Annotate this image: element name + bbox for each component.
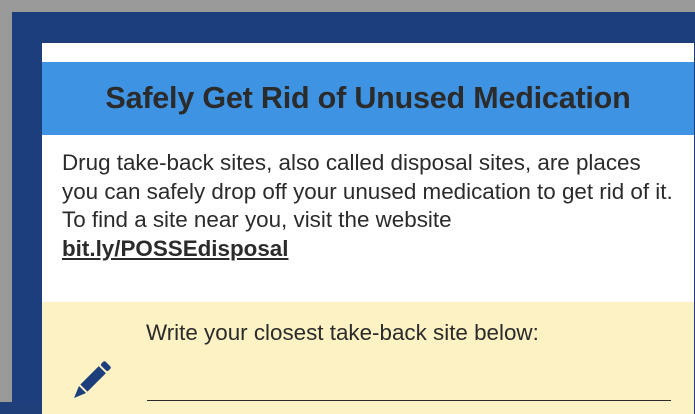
write-in-box: Write your closest take-back site below: (42, 302, 694, 414)
heading-bar: Safely Get Rid of Unused Medication (42, 62, 694, 135)
body-text: Drug take-back sites, also called dispos… (62, 150, 673, 232)
card-title: Safely Get Rid of Unused Medication (105, 81, 631, 115)
info-card: Safely Get Rid of Unused Medication Drug… (42, 43, 694, 414)
disposal-link[interactable]: bit.ly/POSSEdisposal (62, 236, 288, 261)
card-body: Drug take-back sites, also called dispos… (62, 149, 682, 263)
pencil-icon (74, 361, 111, 398)
write-in-line[interactable] (147, 400, 671, 401)
page-frame: Safely Get Rid of Unused Medication Drug… (0, 0, 695, 414)
write-label: Write your closest take-back site below: (146, 320, 539, 345)
